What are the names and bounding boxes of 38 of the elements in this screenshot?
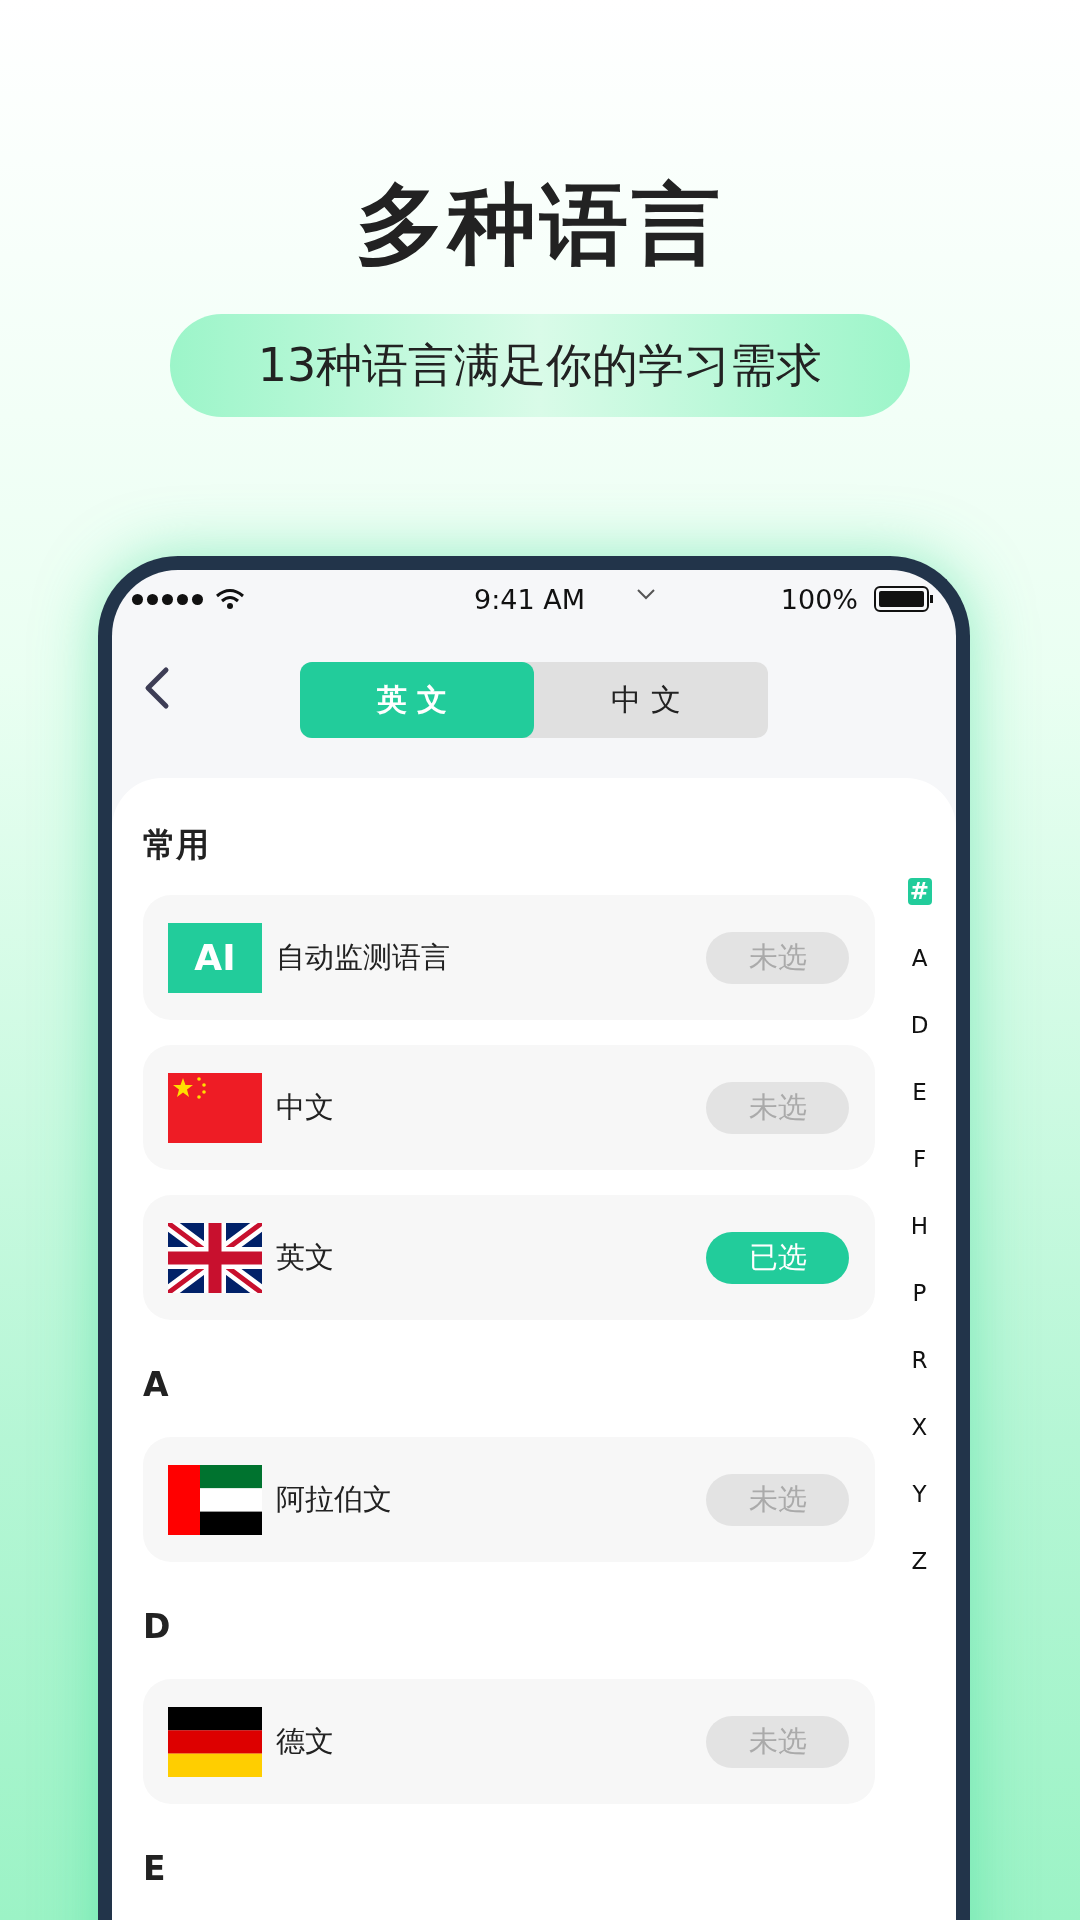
index-letter[interactable]: D (907, 1012, 932, 1039)
language-row[interactable]: AI 自动监测语言 未选 (143, 895, 875, 1020)
wifi-icon (215, 588, 245, 610)
section-heading: A (143, 1365, 170, 1405)
language-tab[interactable]: 中文 (534, 662, 768, 738)
index-letter[interactable]: X (907, 1414, 932, 1441)
language-row[interactable]: 德文 未选 (143, 1679, 875, 1804)
index-letter[interactable]: Z (907, 1548, 932, 1575)
index-letter[interactable]: E (907, 1079, 932, 1106)
germany-flag-icon (168, 1706, 262, 1777)
index-letter[interactable]: H (907, 1213, 932, 1240)
subtitle-banner: 13种语言满足你的学习需求 (170, 314, 910, 417)
language-row[interactable]: 阿拉伯文 未选 (143, 1437, 875, 1562)
uae-flag-icon (168, 1464, 262, 1535)
chevron-down-icon (636, 588, 656, 600)
ai-badge: AI (168, 922, 262, 993)
index-letter[interactable]: A (907, 945, 932, 972)
signal-icon (132, 593, 203, 605)
section-heading: 常用 (143, 825, 210, 865)
battery-percentage: 100% (780, 583, 858, 615)
battery-icon (874, 586, 934, 612)
headline: 多种语言 (356, 172, 724, 278)
section-heading: D (143, 1607, 172, 1647)
language-name: 自动监测语言 (276, 938, 450, 976)
language-name: 中文 (276, 1088, 334, 1126)
language-row[interactable]: 中文 未选 (143, 1045, 875, 1170)
china-flag-icon (168, 1072, 262, 1143)
language-name: 阿拉伯文 (276, 1480, 392, 1518)
index-letter[interactable]: Y (907, 1481, 932, 1508)
section-heading: E (143, 1849, 167, 1889)
status-time: 9:41 AM (474, 583, 585, 615)
index-letter[interactable]: F (907, 1146, 932, 1173)
uk-flag-icon (168, 1222, 262, 1293)
language-name: 英文 (276, 1238, 334, 1276)
index-letter[interactable]: R (907, 1347, 932, 1374)
language-name: 德文 (276, 1722, 334, 1760)
language-row[interactable]: 英文 已选 (143, 1195, 875, 1320)
index-letter[interactable]: P (907, 1280, 932, 1307)
